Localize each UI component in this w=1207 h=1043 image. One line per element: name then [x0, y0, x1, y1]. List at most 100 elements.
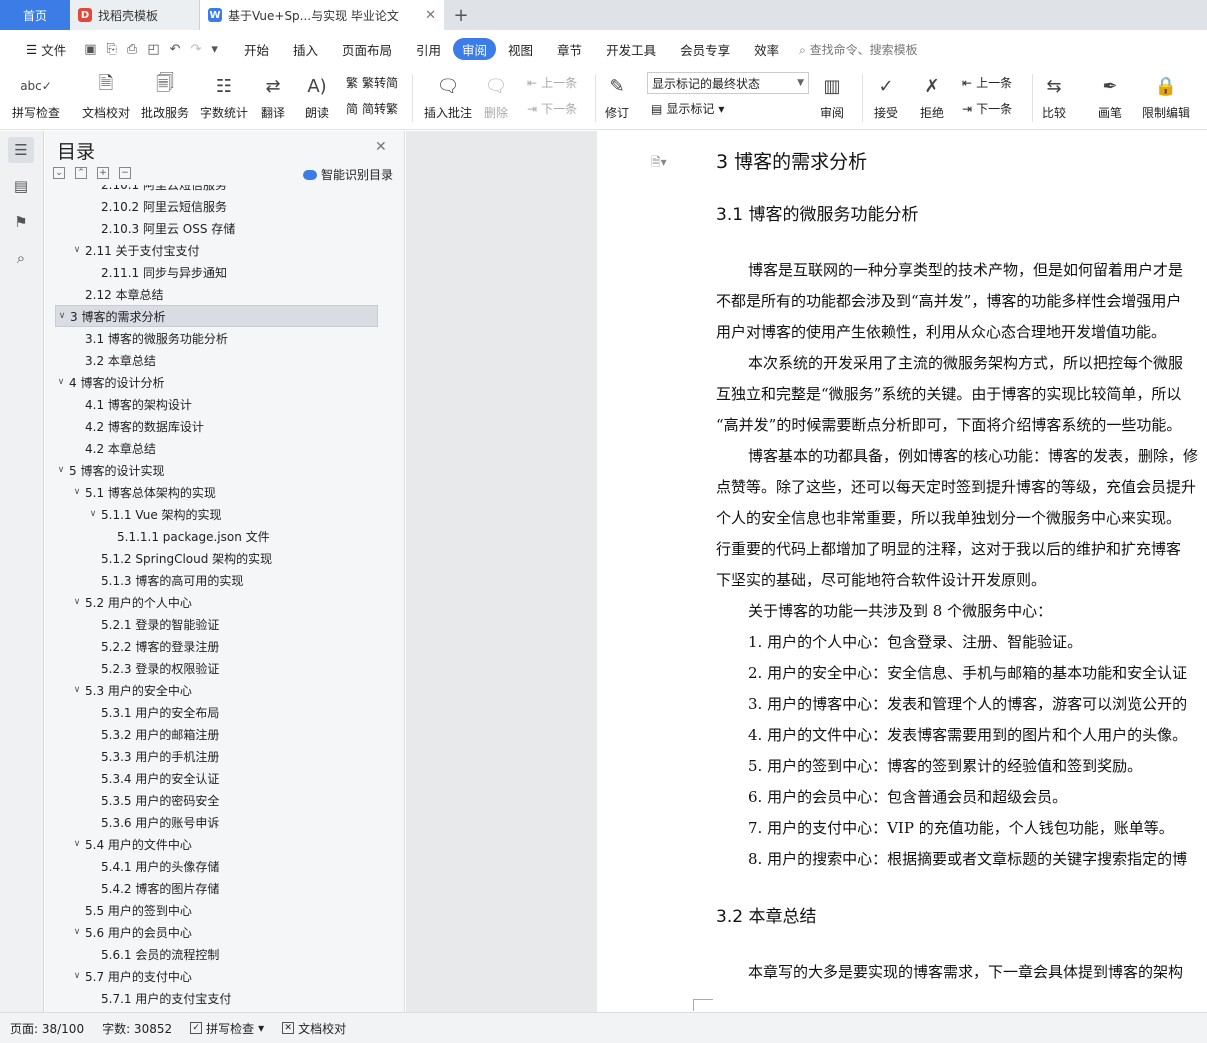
toc-item[interactable]: 5.3.5 用户的密码安全 [55, 789, 378, 811]
next-change-button[interactable]: ⇥ 下一条 [962, 100, 1012, 117]
toc-item[interactable]: 4.1 博客的架构设计 [55, 393, 378, 415]
toc-item[interactable]: 5.2.3 登录的权限验证 [55, 657, 378, 679]
menu-insert[interactable]: 插入 [281, 38, 330, 60]
chevron-down-icon[interactable]: ∨ [85, 509, 101, 519]
toc-item[interactable]: ∨ 5 博客的设计实现 [55, 459, 378, 481]
toc-item[interactable]: 5.2.1 登录的智能验证 [55, 613, 378, 635]
toc-item[interactable]: ∨ 5.6 用户的会员中心 [55, 921, 378, 943]
menu-view[interactable]: 视图 [496, 38, 545, 60]
tab-home[interactable]: 首页 [0, 0, 70, 30]
smart-toc-button[interactable]: 智能识别目录 [303, 166, 393, 183]
tab-document[interactable]: W 基于Vue+Sp...与实现 毕业论文 ✕ [200, 0, 444, 30]
tab-templates[interactable]: D 找稻壳模板 [70, 0, 200, 30]
prev-change-button[interactable]: ⇤ 上一条 [962, 74, 1012, 91]
toc-item[interactable]: ∨ 5.1 博客总体架构的实现 [55, 481, 378, 503]
toc-item[interactable]: 5.3.1 用户的安全布局 [55, 701, 378, 723]
command-search[interactable]: ⌕ 查找命令、搜索模板 [799, 41, 918, 58]
toc-item[interactable]: 4.2 本章总结 [55, 437, 378, 459]
toc-item[interactable]: 5.1.1.1 package.json 文件 [55, 525, 378, 547]
next-comment-button[interactable]: ⇥ 下一条 [527, 100, 577, 117]
toc-item[interactable]: 5.4.1 用户的头像存储 [55, 855, 378, 877]
print-icon[interactable]: ⎙ [127, 42, 137, 57]
save-icon[interactable]: ▣ [84, 42, 96, 57]
toc-item[interactable]: 5.3.6 用户的账号申诉 [55, 811, 378, 833]
spell-check-button[interactable]: abc✓ 拼写检查 [12, 72, 60, 121]
toc-item[interactable]: ∨ 2.11 关于支付宝支付 [55, 239, 378, 261]
menu-start[interactable]: 开始 [232, 38, 281, 60]
toc-item[interactable]: 2.10.2 阿里云短信服务 [55, 195, 378, 217]
toc-item[interactable]: 5.3.4 用户的安全认证 [55, 767, 378, 789]
toc-item[interactable]: ∨ 5.2 用户的个人中心 [55, 591, 378, 613]
accept-button[interactable]: ✓ 接受 [872, 72, 900, 121]
collapse-all-icon[interactable]: ⌃ [75, 167, 87, 179]
add-heading-icon[interactable]: + [97, 167, 109, 179]
menu-efficiency[interactable]: 效率 [742, 38, 791, 60]
delete-comment-button[interactable]: 🗨 删除 [482, 72, 510, 121]
translate-button[interactable]: ⇄ 翻译 [259, 72, 287, 121]
menu-section[interactable]: 章节 [545, 38, 594, 60]
toc-item[interactable]: ∨ 3 博客的需求分析 [55, 305, 378, 327]
undo-icon[interactable]: ↶ [170, 42, 181, 57]
menu-developer[interactable]: 开发工具 [594, 38, 668, 60]
redo-icon[interactable]: ↷ [191, 42, 202, 57]
word-count-button[interactable]: ☷ 字数统计 [200, 72, 248, 121]
toc-item[interactable]: 2.10.3 阿里云 OSS 存储 [55, 217, 378, 239]
track-changes-button[interactable]: ✎ 修订 [603, 72, 631, 121]
simp-to-trad-button[interactable]: 简简转繁 [346, 100, 398, 117]
more-icon[interactable]: ▾ [211, 42, 218, 57]
remove-heading-icon[interactable]: − [119, 167, 131, 179]
prev-comment-button[interactable]: ⇤ 上一条 [527, 74, 577, 91]
compare-button[interactable]: ⇆ 比较 [1040, 72, 1068, 121]
review-pane-button[interactable]: ▥ 审阅 [818, 72, 846, 121]
export-icon[interactable]: ⎘ [107, 42, 117, 57]
chevron-down-icon[interactable]: ∨ [55, 311, 70, 321]
page-indicator[interactable]: 页面: 38/100 [10, 1020, 84, 1037]
spell-check-toggle[interactable]: ✓ 拼写检查 ▾ [190, 1020, 264, 1037]
toc-item[interactable]: 4.2 博客的数据库设计 [55, 415, 378, 437]
proofread-toggle[interactable]: ✕ 文档校对 [282, 1020, 346, 1037]
close-icon[interactable]: ✕ [425, 8, 436, 23]
chevron-down-icon[interactable]: ∨ [69, 597, 85, 607]
new-tab-icon[interactable]: + [444, 0, 478, 30]
markup-select[interactable]: 显示标记的最终状态 ▼ [647, 72, 809, 94]
bookmark-icon[interactable]: ⚑ [8, 209, 34, 235]
chevron-down-icon[interactable]: ∨ [69, 487, 85, 497]
toc-item[interactable]: 5.1.2 SpringCloud 架构的实现 [55, 547, 378, 569]
doc-check-button[interactable]: 🗎 文档校对 [82, 72, 130, 121]
toc-item[interactable]: 5.4.2 博客的图片存储 [55, 877, 378, 899]
close-icon[interactable]: ✕ [375, 139, 387, 155]
toc-item[interactable]: 5.3.3 用户的手机注册 [55, 745, 378, 767]
chevron-down-icon[interactable]: ∨ [69, 839, 85, 849]
toc-icon[interactable]: ☰ [8, 137, 34, 163]
menu-review[interactable]: 审阅 [453, 38, 497, 60]
toc-item[interactable]: 5.5 用户的签到中心 [55, 899, 378, 921]
toc-item[interactable]: 3.2 本章总结 [55, 349, 378, 371]
toc-item[interactable]: ∨ 5.3 用户的安全中心 [55, 679, 378, 701]
menu-layout[interactable]: 页面布局 [330, 38, 404, 60]
chevron-down-icon[interactable]: ∨ [69, 971, 85, 981]
word-count[interactable]: 字数: 30852 [102, 1020, 172, 1037]
toc-item[interactable]: 2.10.1 阿里云短信服务 [55, 185, 378, 195]
search-icon[interactable]: ⌕ [8, 245, 34, 271]
trad-to-simp-button[interactable]: 繁繁转简 [346, 74, 398, 91]
toc-item[interactable]: ∨ 5.4 用户的文件中心 [55, 833, 378, 855]
toc-item[interactable]: 5.3.2 用户的邮箱注册 [55, 723, 378, 745]
chevron-down-icon[interactable]: ∨ [69, 245, 85, 255]
chevron-down-icon[interactable]: ∨ [69, 927, 85, 937]
chevron-down-icon[interactable]: ∨ [69, 685, 85, 695]
menu-references[interactable]: 引用 [404, 38, 453, 60]
toc-item[interactable]: 2.11.1 同步与异步通知 [55, 261, 378, 283]
toc-item[interactable]: 5.7.1 用户的支付宝支付 [55, 987, 378, 1009]
chevron-down-icon[interactable]: ∨ [55, 465, 69, 475]
insert-comment-button[interactable]: 🗨 插入批注 [424, 72, 472, 121]
show-markup-button[interactable]: ▤ 显示标记 ▾ [651, 100, 724, 117]
chapter-nav-icon[interactable]: ▤ [8, 173, 34, 199]
toc-item[interactable]: 5.6.1 会员的流程控制 [55, 943, 378, 965]
restrict-edit-button[interactable]: 🔒 限制编辑 [1142, 72, 1190, 121]
preview-icon[interactable]: ◰ [147, 42, 159, 57]
chevron-down-icon[interactable]: ∨ [55, 377, 69, 387]
toc-item[interactable]: ∨ 4 博客的设计分析 [55, 371, 378, 393]
file-menu[interactable]: ☰ 文件 [14, 38, 78, 60]
toc-item[interactable]: 2.12 本章总结 [55, 283, 378, 305]
pen-button[interactable]: ✒ 画笔 [1096, 72, 1124, 121]
